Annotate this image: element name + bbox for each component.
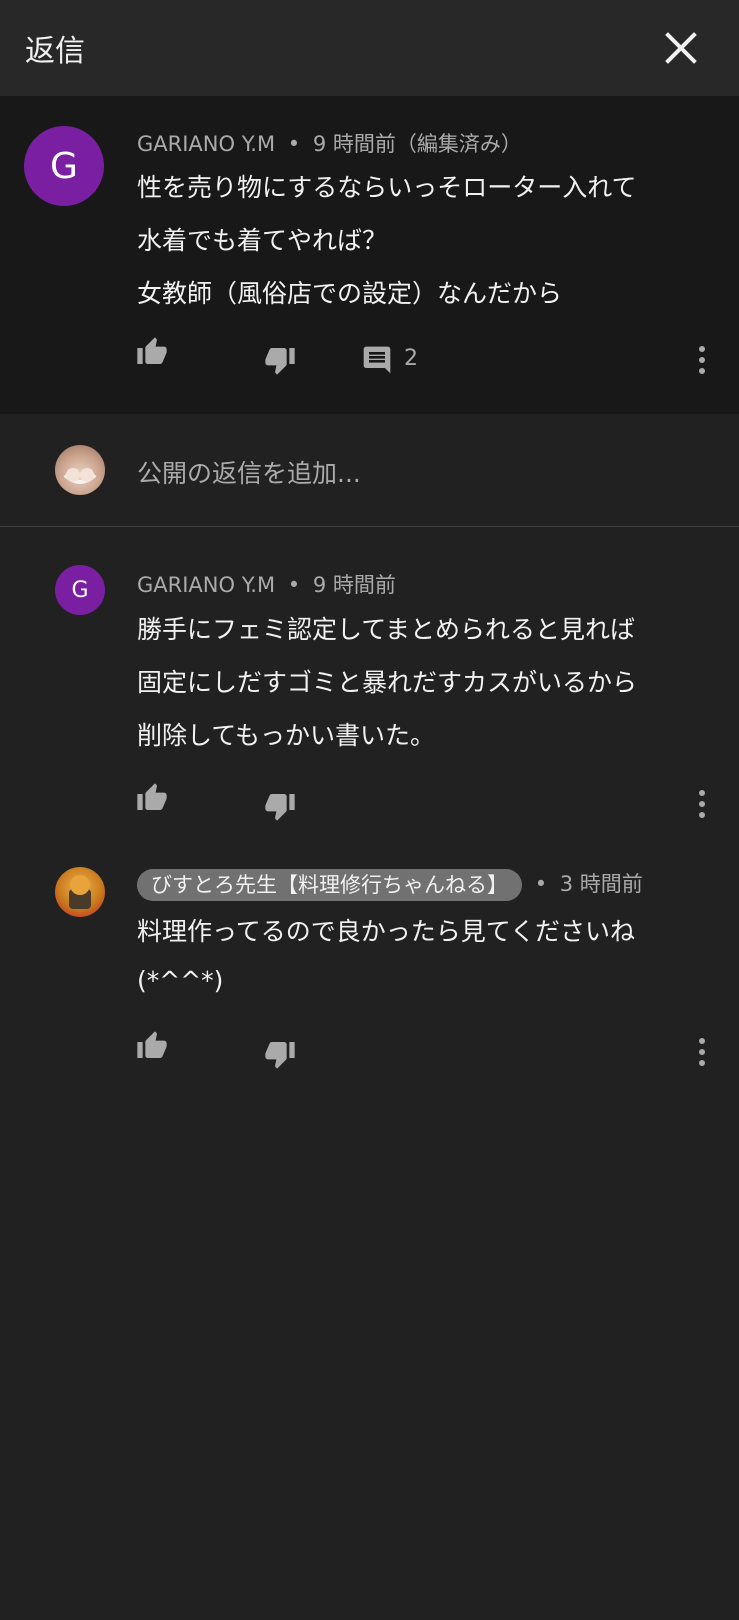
comment-meta: GARIANO Y.M • 9 時間前: [137, 569, 396, 599]
parent-comment: G GARIANO Y.M • 9 時間前（編集済み） 性を売り物にするならいっ…: [0, 96, 739, 414]
panel-header: 返信: [0, 0, 739, 96]
comment-meta: びすとろ先生【料理修行ちゃんねる】 • 3 時間前: [137, 868, 643, 901]
add-reply-row[interactable]: 公開の返信を追加...: [0, 414, 739, 527]
avatar-letter: G: [71, 577, 89, 603]
comment-time: 9 時間前（編集済み）: [312, 132, 522, 156]
comment-icon[interactable]: [361, 344, 393, 376]
meta-separator: •: [287, 573, 301, 597]
comment-meta: GARIANO Y.M • 9 時間前（編集済み）: [137, 128, 522, 158]
more-vert-icon[interactable]: [688, 344, 716, 376]
comment-line-2: 固定にしだすゴミと暴れだすカスがいるから: [137, 668, 638, 697]
more-vert-icon[interactable]: [688, 788, 716, 820]
meta-separator: •: [287, 132, 301, 156]
comment-line-3: 削除してもっかい書いた。: [137, 721, 436, 750]
thumbs-up-icon[interactable]: [136, 782, 168, 814]
reply-input[interactable]: 公開の返信を追加...: [137, 454, 361, 490]
comment-line-2: 水着でも着てやれば？: [137, 226, 388, 255]
thumbs-down-icon[interactable]: [264, 1038, 296, 1070]
avatar-letter: G: [50, 145, 78, 187]
comment-line-1: 料理作ってるので良かったら見てくださいね: [137, 917, 636, 946]
thumbs-down-icon[interactable]: [264, 790, 296, 822]
meta-separator: •: [534, 872, 548, 896]
comment-time: 9 時間前: [312, 573, 396, 597]
more-vert-icon[interactable]: [688, 1036, 716, 1068]
user-avatar: [55, 445, 105, 495]
comment-time: 3 時間前: [559, 872, 643, 896]
creator-badge-author[interactable]: びすとろ先生【料理修行ちゃんねる】: [137, 869, 522, 901]
avatar[interactable]: [55, 867, 105, 917]
thumbs-up-icon[interactable]: [136, 336, 168, 368]
avatar[interactable]: G: [55, 565, 105, 615]
thumbs-up-icon[interactable]: [136, 1030, 168, 1062]
thumbs-down-icon[interactable]: [264, 344, 296, 376]
author-name[interactable]: GARIANO Y.M: [137, 132, 275, 156]
panel-title: 返信: [25, 34, 85, 69]
comment-line-3: 女教師（風俗店での設定）なんだから: [137, 279, 563, 308]
avatar[interactable]: G: [24, 126, 104, 206]
comment-line-2: (*^^*): [137, 966, 224, 995]
author-name[interactable]: GARIANO Y.M: [137, 573, 275, 597]
reply-count[interactable]: 2: [404, 346, 418, 371]
close-icon[interactable]: [660, 27, 702, 69]
comment-line-1: 性を売り物にするならいっそローター入れて: [137, 173, 637, 202]
comment-line-1: 勝手にフェミ認定してまとめられると見れば: [137, 615, 636, 644]
